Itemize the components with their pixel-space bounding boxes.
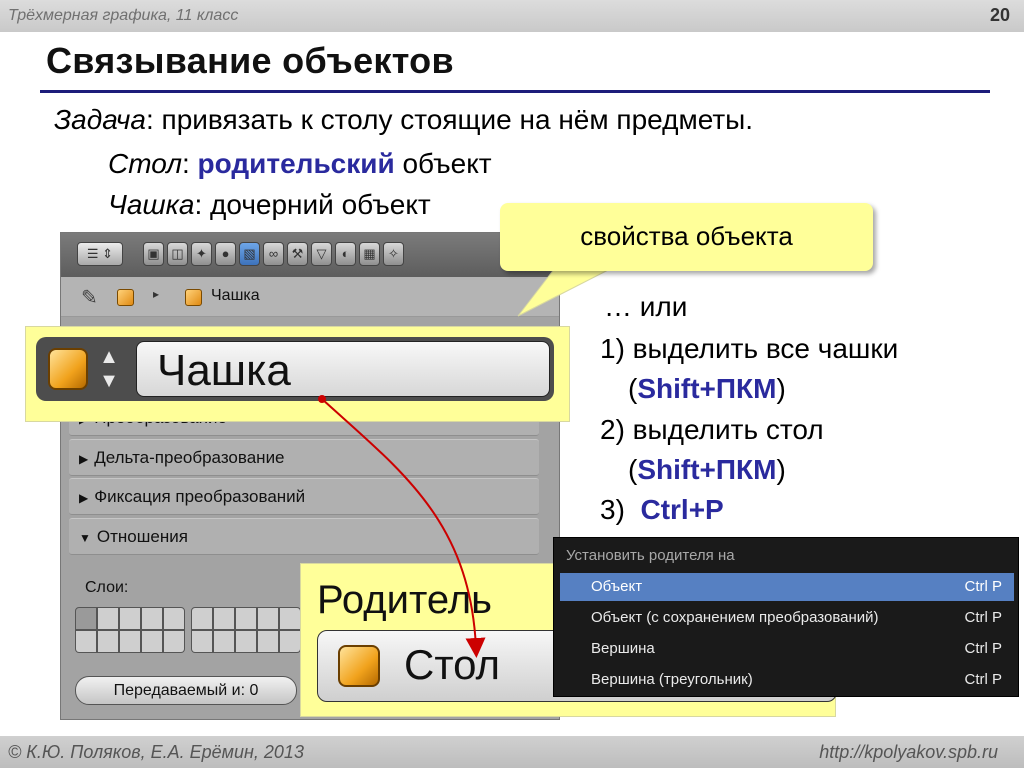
menu-item-object[interactable]: Объект Ctrl P [560,573,1014,601]
step-3-number: 3) [600,494,625,525]
menu-item-shortcut: Ctrl P [964,578,1003,595]
footer: © К.Ю. Поляков, Е.А. Ерёмин, 2013 http:/… [0,736,1024,768]
menu-item-object-keep-transform[interactable]: Объект (с сохранением преобразований) Ctr… [560,604,1014,632]
step-or: … или [604,291,688,322]
step-2-shortcut: Shift+ПКМ [637,454,777,485]
copyright: © К.Ю. Поляков, Е.А. Ерёмин, 2013 [8,742,304,762]
menu-item-label: Вершина [591,640,655,657]
footer-url[interactable]: http://kpolyakov.spb.ru [819,742,998,763]
step-2-key: (Shift+ПКМ) [628,454,786,485]
menu-item-label: Вершина (треугольник) [591,671,753,688]
step-1-shortcut: Shift+ПКМ [637,373,777,404]
set-parent-menu: Установить родителя на Объект Ctrl P Объе… [553,537,1019,697]
slide: Трёхмерная графика, 11 класс 20 Связыван… [0,0,1024,768]
menu-item-vertex-triangle[interactable]: Вершина (треугольник) Ctrl P [560,666,1014,694]
step-1: 1) выделить все чашки [600,333,899,364]
menu-title: Установить родителя на [566,547,735,564]
menu-item-shortcut: Ctrl P [964,609,1003,626]
callout-object-properties: свойства объекта [500,203,873,271]
step-3-shortcut: Ctrl+P [640,494,724,525]
menu-item-label: Объект (с сохранением преобразований) [591,609,879,626]
menu-item-shortcut: Ctrl P [964,671,1003,688]
menu-item-label: Объект [591,578,643,595]
menu-item-vertex[interactable]: Вершина Ctrl P [560,635,1014,663]
callout-text: свойства объекта [580,221,793,251]
step-2: 2) выделить стол [600,414,824,445]
step-1-key: (Shift+ПКМ) [628,373,786,404]
step-3: 3) Ctrl+P [600,494,724,526]
menu-item-shortcut: Ctrl P [964,640,1003,657]
